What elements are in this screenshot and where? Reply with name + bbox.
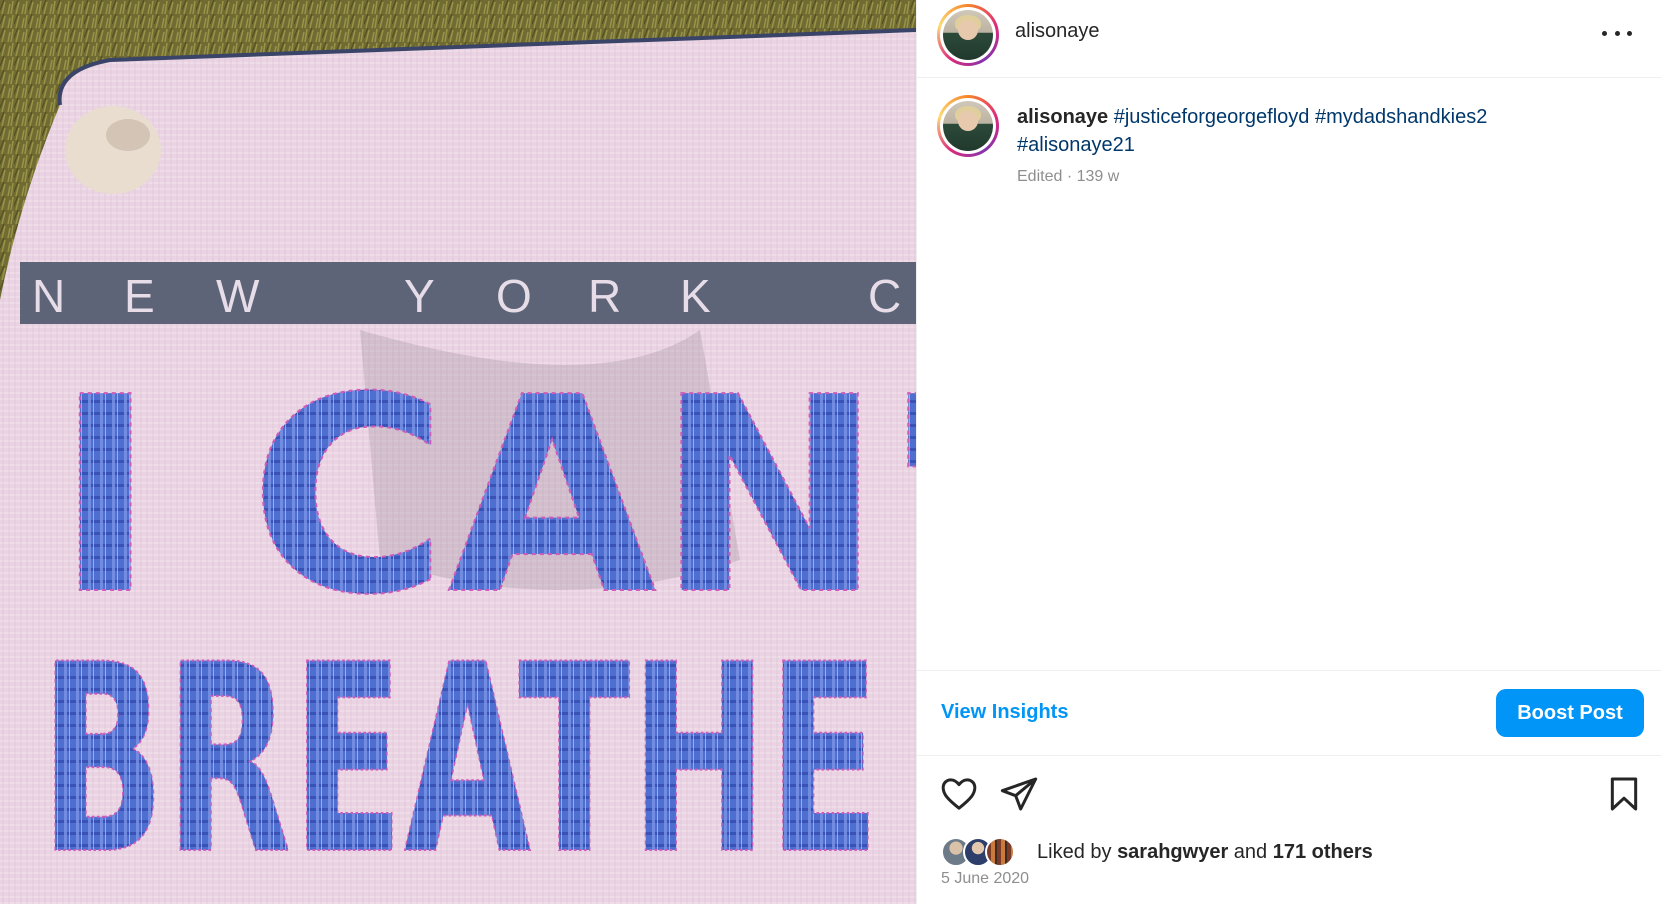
caption-meta: Edited · 139 w bbox=[1017, 168, 1120, 185]
hashtag-link[interactable]: #alisonaye21 bbox=[1017, 134, 1135, 156]
avatar bbox=[985, 837, 1015, 867]
likes-prefix: Liked by bbox=[1037, 841, 1112, 863]
post-header: alisonaye bbox=[917, 0, 1661, 78]
likes-text: Liked by sarahgwyer and 171 others bbox=[1037, 841, 1373, 864]
headline-line2: BREATHE bbox=[40, 610, 880, 904]
avatar[interactable] bbox=[937, 4, 999, 66]
liker-avatars[interactable] bbox=[941, 836, 1021, 868]
post-detail-panel: alisonaye alisonaye #justiceforgeorgeflo… bbox=[916, 0, 1661, 904]
liker-username[interactable]: sarahgwyer bbox=[1117, 841, 1228, 863]
hashtag-link[interactable]: #justiceforgeorgefloyd bbox=[1114, 106, 1310, 128]
action-bar bbox=[917, 770, 1661, 820]
more-horizontal-icon[interactable] bbox=[1602, 22, 1632, 44]
post-photo[interactable]: NEW YORK C I CAN'T BREATHE bbox=[0, 0, 916, 904]
hashtag-link[interactable]: #mydadshandkies2 bbox=[1315, 106, 1487, 128]
likes-others-link[interactable]: 171 others bbox=[1273, 841, 1373, 863]
heart-icon[interactable] bbox=[939, 774, 979, 814]
header-username[interactable]: alisonaye bbox=[1015, 20, 1100, 43]
caption-text: alisonaye #justiceforgeorgefloyd #mydads… bbox=[1017, 103, 1617, 159]
likes-summary: Liked by sarahgwyer and 171 others bbox=[941, 836, 1641, 868]
headline-line1: I CAN'T bbox=[55, 339, 916, 654]
post-date: 5 June 2020 bbox=[941, 870, 1030, 887]
paper-plane-icon[interactable] bbox=[999, 774, 1039, 814]
caption-username[interactable]: alisonaye bbox=[1017, 106, 1108, 128]
caption-avatar[interactable] bbox=[937, 95, 999, 157]
post-image: NEW YORK C I CAN'T BREATHE bbox=[0, 0, 916, 904]
bookmark-icon[interactable] bbox=[1604, 774, 1644, 814]
likes-joiner: and bbox=[1233, 841, 1268, 863]
boost-post-button[interactable]: Boost Post bbox=[1496, 689, 1644, 737]
view-insights-link[interactable]: View Insights bbox=[941, 701, 1068, 724]
insights-bar: View Insights Boost Post bbox=[917, 670, 1661, 756]
